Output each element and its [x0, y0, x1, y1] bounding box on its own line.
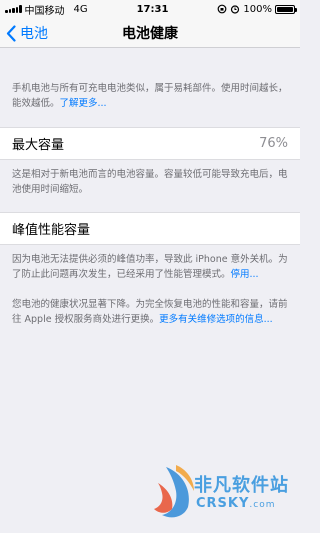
peak-performance-description: 因为电池无法提供必须的峰值功率，导致此 iPhone 意外关机。为了防止此问题再…: [0, 252, 300, 282]
battery-health-description: 您电池的健康状况显著下降。为完全恢复电池的性能和容量，请前往 Apple 授权服…: [0, 297, 300, 327]
watermark-chinese: 非凡软件站: [194, 475, 289, 496]
carrier-name: 中国移动: [24, 5, 65, 17]
max-capacity-value: 76%: [259, 136, 288, 151]
signal-strength-icon: [5, 5, 22, 13]
disable-link[interactable]: 停用...: [231, 269, 259, 280]
network-type: 4G: [73, 3, 88, 15]
watermark-domain: .com: [249, 500, 276, 510]
crsky-logo-icon: [154, 465, 194, 518]
clock: 17:31: [136, 3, 169, 15]
max-capacity-row: 最大容量 76%: [0, 127, 300, 160]
max-capacity-description: 这是相对于新电池而言的电池容量。容量较低可能导致充电后，电池使用时间缩短。: [12, 169, 288, 195]
watermark-brand: CRSKY: [196, 496, 250, 511]
site-watermark: 非凡软件站 CRSKY.com: [152, 463, 292, 523]
intro-text: 手机电池与所有可充电电池类似，属于易耗部件。使用时间越长，能效越低。: [12, 83, 288, 109]
back-label: 电池: [20, 26, 48, 42]
battery-percent: 100%: [243, 3, 272, 15]
max-capacity-label: 最大容量: [12, 138, 65, 153]
intro-description: 手机电池与所有可充电电池类似，属于易耗部件。使用时间越长，能效越低。了解更多..…: [0, 81, 300, 111]
peak-performance-label: 峰值性能容量: [12, 223, 91, 238]
repair-options-link[interactable]: 更多有关维修选项的信息...: [159, 314, 273, 325]
status-bar: 中国移动 4G 17:31 100%: [0, 0, 300, 18]
navigation-bar: 电池 电池健康: [0, 18, 300, 48]
peak-performance-row: 峰值性能容量: [0, 212, 300, 245]
alarm-icon: [231, 5, 240, 14]
status-right: 100%: [217, 3, 297, 15]
page-title: 电池健康: [122, 25, 178, 42]
chevron-left-icon: [6, 24, 16, 42]
watermark-english: CRSKY.com: [196, 496, 276, 511]
back-button[interactable]: 电池: [6, 18, 48, 48]
orientation-lock-icon: [218, 4, 227, 14]
battery-icon: [275, 4, 297, 14]
status-left: 中国移动 4G: [5, 2, 88, 17]
learn-more-link[interactable]: 了解更多...: [60, 98, 107, 109]
